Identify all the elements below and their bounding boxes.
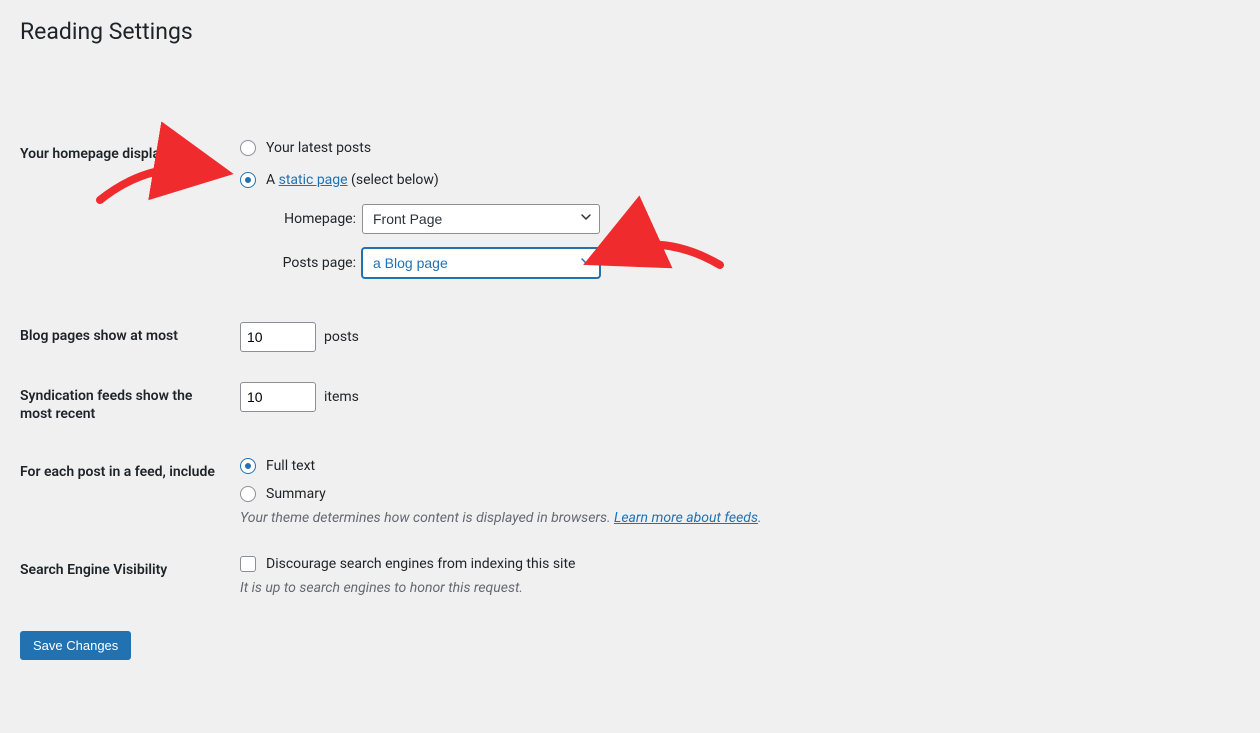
blog-pages-count-input[interactable] [240,322,316,352]
static-suffix: (select below) [348,172,439,188]
feed-desc-prefix: Your theme determines how content is dis… [240,510,614,526]
homepage-select-label: Homepage: [260,211,356,227]
settings-form-table: Your homepage displays Your latest posts… [20,125,1240,611]
feed-desc-suffix: . [758,510,762,526]
syndication-unit: items [324,389,359,405]
posts-page-select[interactable]: a Blog page [362,248,600,278]
search-visibility-heading: Search Engine Visibility [20,541,230,611]
save-changes-button[interactable]: Save Changes [20,631,131,660]
radio-latest-posts-label: Your latest posts [266,140,371,156]
homepage-select-wrap: Front Page [362,204,600,234]
discourage-search-label: Discourage search engines from indexing … [266,556,575,572]
radio-static-page[interactable] [240,172,256,188]
blog-pages-unit: posts [324,329,359,345]
syndication-heading: Syndication feeds show the most recent [20,367,230,443]
feed-content-description: Your theme determines how content is dis… [240,510,1230,526]
blog-pages-heading: Blog pages show at most [20,307,230,367]
homepage-displays-heading: Your homepage displays [20,125,230,307]
page-title: Reading Settings [20,0,1240,45]
radio-summary-label: Summary [266,486,326,502]
search-visibility-description: It is up to search engines to honor this… [240,580,1230,596]
homepage-select[interactable]: Front Page [362,204,600,234]
static-prefix: A [266,172,279,188]
radio-static-page-label: A static page (select below) [266,172,439,188]
radio-full-text-label: Full text [266,458,315,474]
posts-page-select-wrap: a Blog page [362,248,600,278]
static-page-link[interactable]: static page [279,172,348,188]
radio-full-text[interactable] [240,458,256,474]
feed-content-heading: For each post in a feed, include [20,443,230,541]
radio-latest-posts[interactable] [240,140,256,156]
discourage-search-checkbox[interactable] [240,556,256,572]
posts-page-select-label: Posts page: [260,255,356,271]
radio-summary[interactable] [240,486,256,502]
syndication-count-input[interactable] [240,382,316,412]
learn-more-feeds-link[interactable]: Learn more about feeds [614,510,758,526]
